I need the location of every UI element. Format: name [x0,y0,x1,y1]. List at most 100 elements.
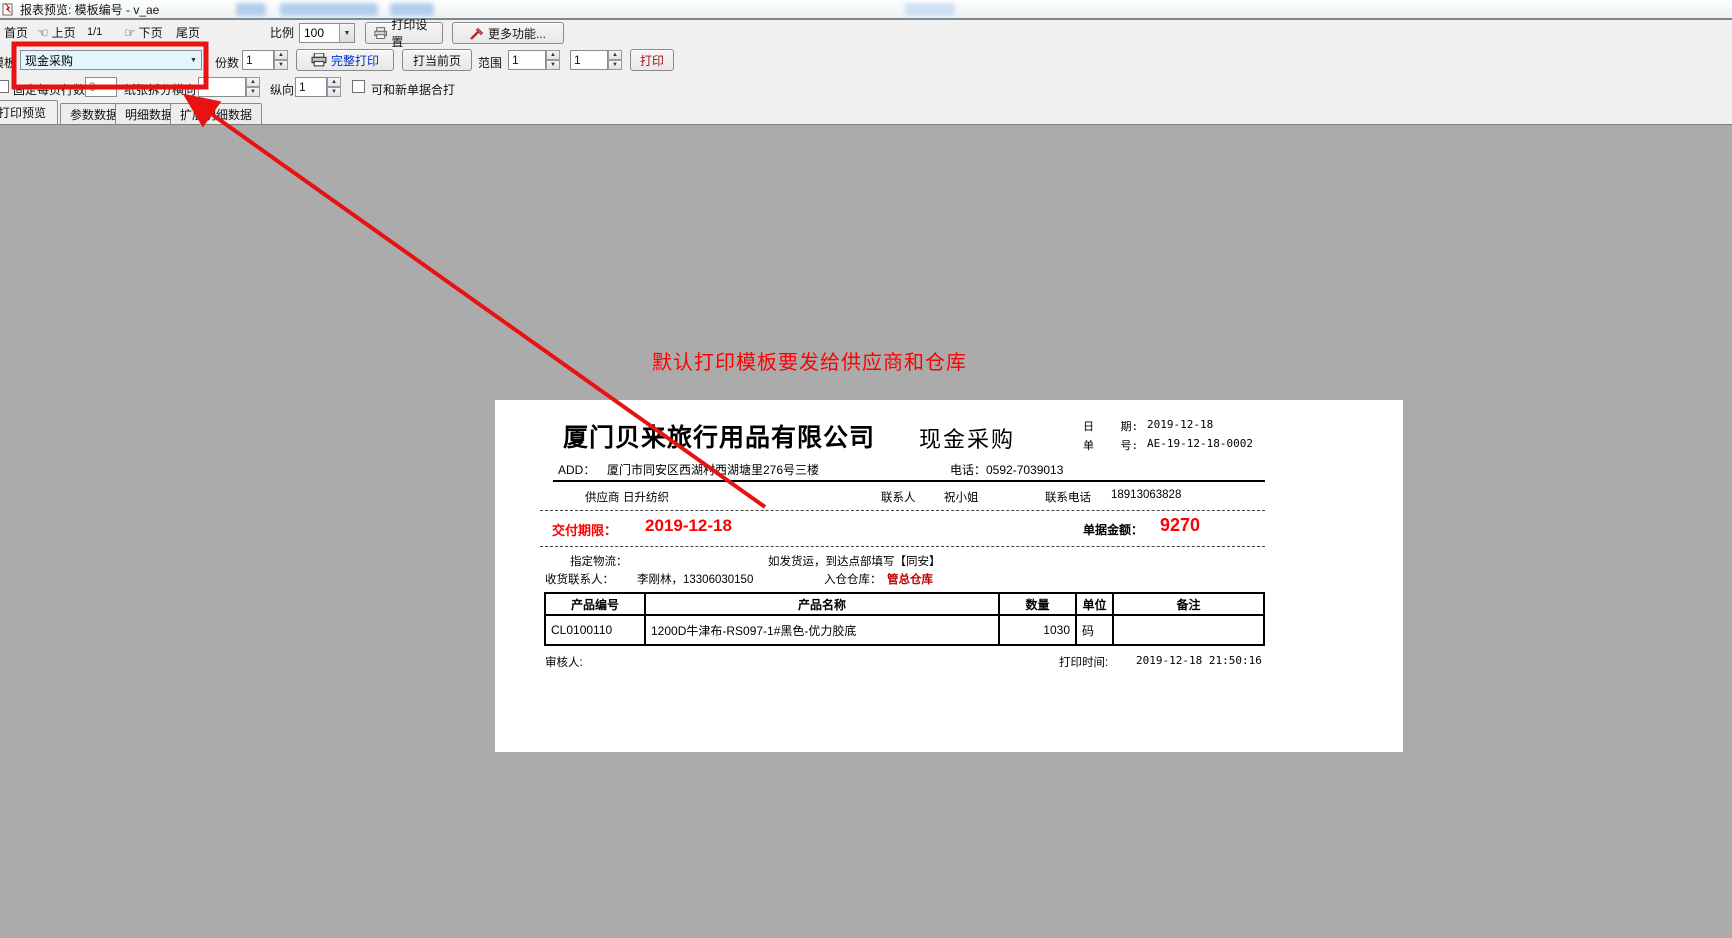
tab-print-preview[interactable]: 打印预览 [0,100,58,124]
spin-up-icon: ▲ [546,50,560,60]
table-row: CL0100110 1200D牛津布-RS097-1#黑色-优力胶底 1030 … [545,615,1264,645]
combine-print-checkbox[interactable] [352,80,365,93]
scale-combobox[interactable]: 100 ▼ [299,23,355,43]
combine-print-label: 可和新单据合打 [371,81,455,98]
spin-up-icon: ▲ [327,77,341,87]
spin-down-icon: ▼ [274,60,288,70]
date-value: 2019-12-18 [1147,418,1213,431]
report-document: 厦门贝来旅行用品有限公司 现金采购 日 期: 2019-12-18 单 号: A… [495,400,1403,752]
scale-value: 100 [300,26,339,40]
col-unit: 单位 [1076,593,1113,615]
warehouse-value: 管总仓库 [887,571,933,587]
address-value: 厦门市同安区西湖村西湖塘里276号三楼 [607,461,819,478]
template-combobox[interactable]: 现金采购 ▼ [20,50,202,70]
supplier-value: 日升纺织 [623,489,669,505]
logistics-note: 如发货运，到达点部填写【同安】 [768,553,941,569]
paper-split-stepper[interactable]: ▲▼ [246,77,260,97]
page-indicator: 1/1 [87,26,102,38]
next-page-button[interactable]: ☞下页 [124,24,163,41]
company-name: 厦门贝来旅行用品有限公司 [563,418,875,454]
toolbar-row-options: 固定每页行数 纸张拆分横向 ▲▼ 纵向 ▲▼ 可和新单据合打 [0,74,1732,100]
amount-value: 9270 [1160,515,1200,536]
receiver-value: 李刚林，13306030150 [637,571,753,587]
spin-down-icon: ▼ [608,60,622,70]
contact-phone-value: 18913063828 [1111,489,1181,501]
copies-stepper[interactable]: ▲▼ [274,50,288,70]
print-current-page-button[interactable]: 打当前页 [402,49,472,71]
redacted-text [905,3,955,16]
range-from-stepper[interactable]: ▲▼ [546,50,560,70]
spin-down-icon: ▼ [327,87,341,97]
col-product-name: 产品名称 [645,593,999,615]
tab-bar: 打印预览 参数数据 明细数据 扩展明细数据 [0,100,1732,124]
toolbar-row-nav: 首页 ☜上页 1/1 ☞下页 尾页 比例 100 ▼ 打印设置 更多功能... [0,20,1732,47]
more-functions-button[interactable]: 更多功能... [452,22,564,44]
spin-up-icon: ▲ [246,77,260,87]
cell-product-name: 1200D牛津布-RS097-1#黑色-优力胶底 [645,615,999,645]
col-quantity: 数量 [999,593,1076,615]
amount-label: 单据金额： [1083,521,1143,538]
cell-quantity: 1030 [999,615,1076,645]
company-phone: 电话：0592-7039013 [950,461,1063,478]
copies-label: 份数 [215,54,239,71]
cell-product-code: CL0100110 [545,615,645,645]
prev-hand-icon: ☜ [37,25,49,41]
next-hand-icon: ☞ [124,25,136,41]
address-label: ADD： [558,461,595,478]
redacted-text [236,3,266,16]
paper-split-input[interactable] [198,77,246,97]
logistics-label: 指定物流： [570,553,628,569]
scale-label: 比例 [270,24,294,41]
paper-split-label: 纸张拆分横向 [124,81,196,98]
tab-extended-detail-data[interactable]: 扩展明细数据 [170,103,262,124]
contact-phone-label: 联系电话 [1045,489,1091,505]
range-to-stepper[interactable]: ▲▼ [608,50,622,70]
portrait-label: 纵向 [270,81,294,98]
first-page-button[interactable]: 首页 [4,24,28,41]
report-preview-window: 报表预览: 模板编号 - v_ae 首页 ☜上页 1/1 ☞下页 尾页 比例 1… [0,0,1732,938]
fixed-rows-input[interactable] [85,77,117,97]
number-value: AE-19-12-18-0002 [1147,437,1253,450]
tools-icon [470,27,484,40]
portrait-stepper[interactable]: ▲▼ [327,77,341,97]
app-icon [2,2,16,16]
product-table: 产品编号 产品名称 数量 单位 备注 CL0100110 1200D牛津布-RS… [544,592,1265,646]
last-page-button[interactable]: 尾页 [176,24,200,41]
col-product-code: 产品编号 [545,593,645,615]
date-label: 日 期: [1083,418,1138,434]
fixed-rows-label: 固定每页行数 [13,81,85,98]
template-label: 模板 [0,54,16,71]
print-settings-button[interactable]: 打印设置 [365,22,443,44]
chevron-down-icon[interactable]: ▼ [186,51,201,69]
printer-icon [374,27,387,40]
toolbar-row-print: 模板 现金采购 ▼ 份数 ▲▼ 完整打印 打当前页 范围 ▲▼ ▲▼ 打印 [0,47,1732,74]
range-from-input[interactable] [508,50,546,70]
warehouse-label: 入仓仓库： [824,571,882,587]
document-type-title: 现金采购 [919,422,1015,454]
chevron-down-icon[interactable]: ▼ [339,24,354,42]
range-to-input[interactable] [570,50,608,70]
deadline-label: 交付期限： [552,520,617,539]
prev-page-button[interactable]: ☜上页 [37,24,76,41]
print-button[interactable]: 打印 [630,49,674,71]
redacted-text [280,3,378,16]
portrait-input[interactable] [295,77,327,97]
fixed-rows-checkbox[interactable] [0,80,9,93]
number-label: 单 号: [1083,437,1138,453]
spin-down-icon: ▼ [246,87,260,97]
auditor-label: 审核人: [545,654,583,670]
redacted-text [390,3,434,16]
spin-down-icon: ▼ [546,60,560,70]
window-title: 报表预览: 模板编号 - v_ae [20,1,159,18]
dashed-rule [540,510,1265,511]
table-header-row: 产品编号 产品名称 数量 单位 备注 [545,593,1264,615]
receiver-label: 收货联系人： [545,571,614,587]
deadline-value: 2019-12-18 [645,516,732,536]
header-rule [553,480,1265,482]
full-print-button[interactable]: 完整打印 [296,49,394,71]
title-bar: 报表预览: 模板编号 - v_ae [0,0,1732,20]
spin-up-icon: ▲ [274,50,288,60]
cell-unit: 码 [1076,615,1113,645]
copies-input[interactable] [242,50,274,70]
print-time-label: 打印时间: [1059,654,1108,670]
